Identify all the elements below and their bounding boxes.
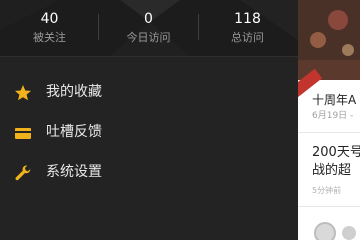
stat-total-visits-label: 总访问 — [231, 31, 264, 44]
star-icon — [15, 85, 31, 101]
header-divider — [0, 56, 298, 57]
avatar[interactable] — [342, 226, 356, 240]
stat-total-visits[interactable]: 118 总访问 — [198, 10, 297, 46]
stat-today-visits-value: 0 — [144, 11, 153, 27]
card-title[interactable]: 十周年A — [312, 92, 356, 108]
drawer-menu: 我的收藏 吐槽反馈 系统设置 — [0, 74, 298, 194]
wrench-icon — [15, 165, 31, 181]
article-title-line1[interactable]: 200天号 — [312, 144, 360, 162]
card-date: 6月19日 - — [312, 111, 354, 121]
navigation-drawer: 40 被关注 0 今日访问 118 总访问 我的收藏 吐槽反馈 系统设置 — [0, 0, 298, 240]
stat-followers[interactable]: 40 被关注 — [0, 10, 99, 46]
menu-item-feedback-label: 吐槽反馈 — [46, 124, 102, 140]
article-divider — [298, 206, 360, 207]
user-stats-header: 40 被关注 0 今日访问 118 总访问 — [0, 0, 298, 56]
menu-item-settings[interactable]: 系统设置 — [0, 154, 298, 194]
avatar[interactable] — [314, 222, 336, 240]
menu-item-feedback[interactable]: 吐槽反馈 — [0, 114, 298, 154]
card-divider — [298, 132, 360, 133]
stat-today-visits-label: 今日访问 — [126, 31, 171, 44]
menu-item-favorites-label: 我的收藏 — [46, 84, 102, 100]
menu-item-settings-label: 系统设置 — [46, 164, 102, 180]
envelope-icon — [15, 128, 31, 139]
main-content-peek: 十周年A 6月19日 - 200天号 战的超 5分钟前 — [298, 0, 360, 240]
stat-followers-label: 被关注 — [33, 31, 66, 44]
stat-followers-value: 40 — [40, 11, 59, 27]
article-time: 5分钟前 — [312, 186, 342, 195]
banner-image[interactable] — [298, 0, 360, 80]
article-title-line2[interactable]: 战的超 — [312, 162, 351, 180]
stat-today-visits[interactable]: 0 今日访问 — [99, 10, 198, 46]
stat-total-visits-value: 118 — [234, 11, 261, 27]
menu-item-favorites[interactable]: 我的收藏 — [0, 74, 298, 114]
banner-photo — [298, 0, 360, 80]
